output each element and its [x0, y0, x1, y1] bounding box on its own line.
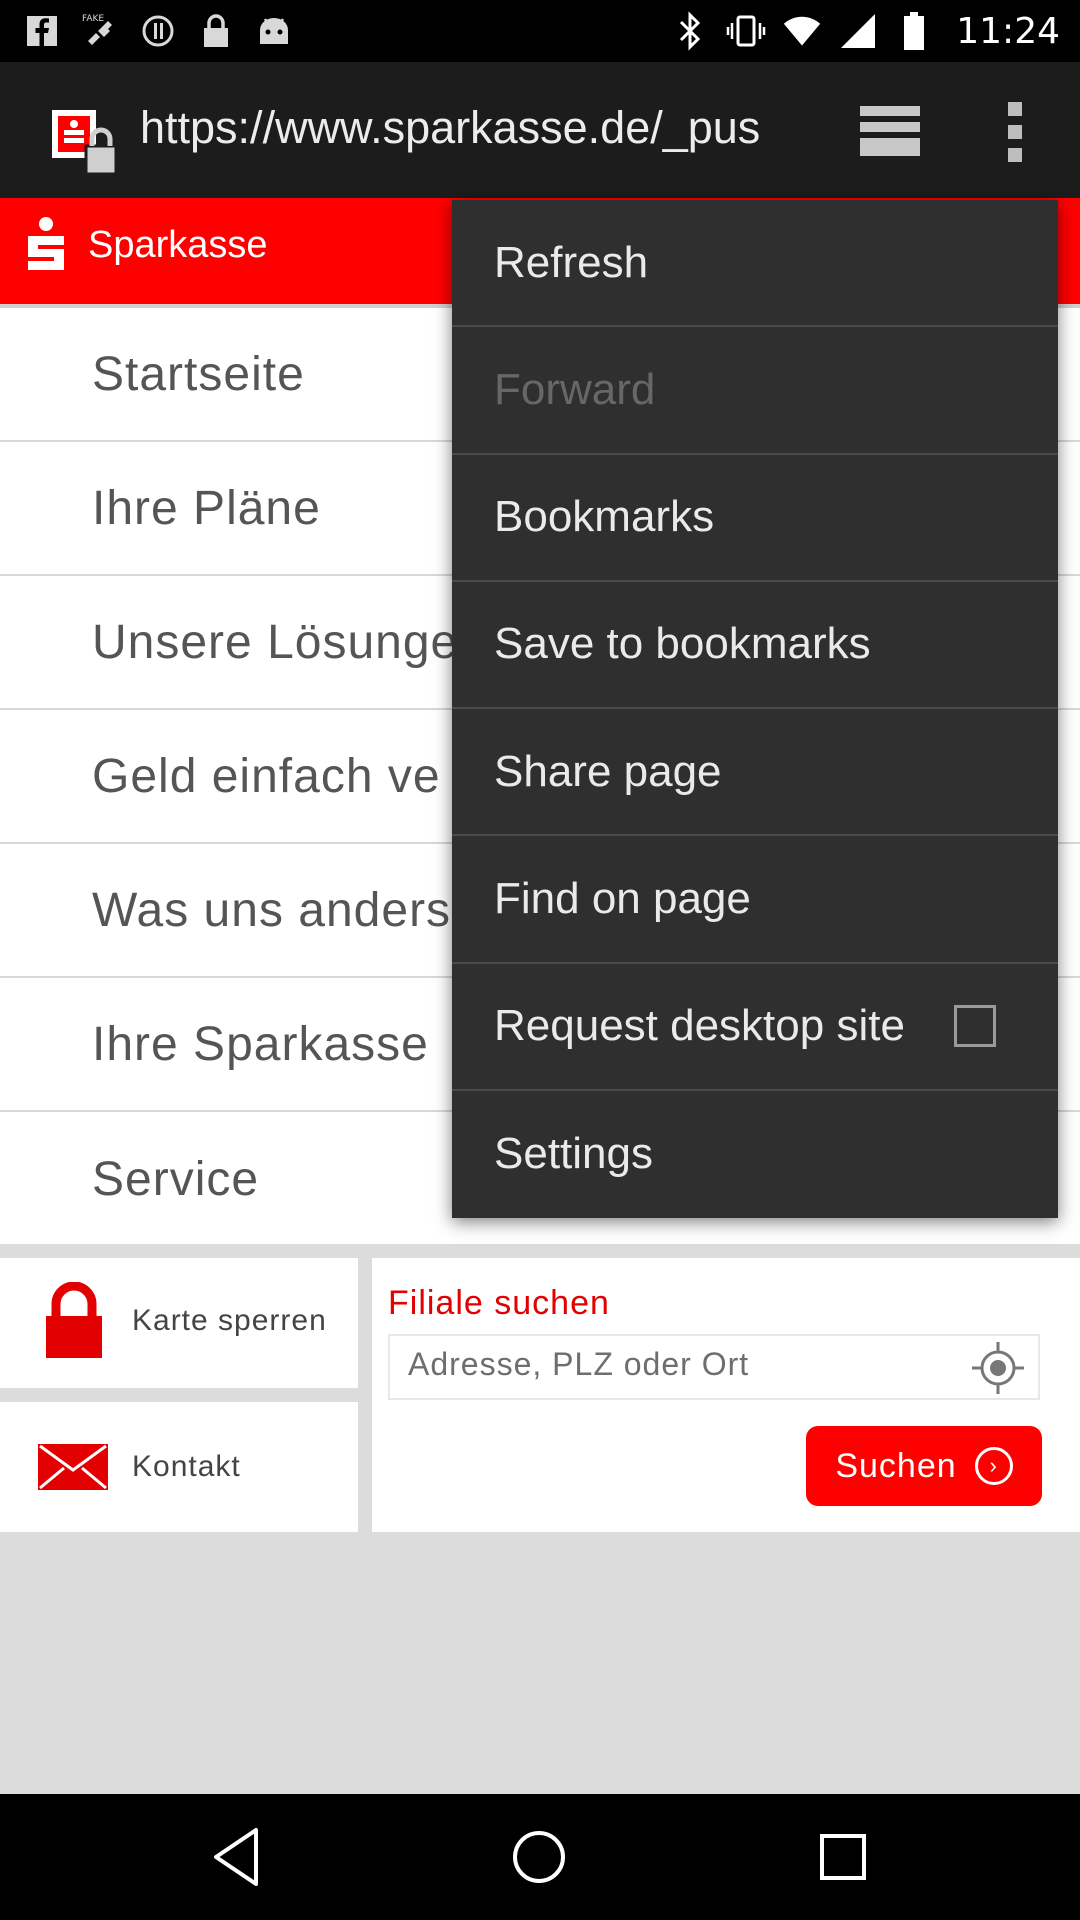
- menu-item-label: Share page: [494, 746, 722, 796]
- dot-icon: [1008, 148, 1022, 162]
- mail-icon: [38, 1444, 108, 1490]
- menu-item-label: Request desktop site: [494, 1001, 905, 1051]
- filiale-suchen-title: Filiale suchen: [388, 1284, 610, 1322]
- menu-item-label: Refresh: [494, 237, 649, 287]
- svg-text:FAKE: FAKE: [82, 14, 104, 24]
- menu-item-save-to-bookmarks[interactable]: Save to bookmarks: [452, 582, 1058, 709]
- tabs-button[interactable]: [858, 102, 924, 160]
- home-icon[interactable]: [506, 1824, 572, 1890]
- menu-item-label: Bookmarks: [494, 492, 715, 542]
- brand-name: Sparkasse: [88, 223, 268, 266]
- sparkasse-s-icon: [28, 217, 64, 270]
- menu-item-label: Forward: [494, 364, 656, 414]
- battery-icon: [894, 11, 934, 51]
- signal-icon: [838, 11, 878, 51]
- browser-toolbar: https://www.sparkasse.de/_pus: [0, 62, 1080, 198]
- sparkasse-logo[interactable]: Sparkasse: [24, 216, 268, 274]
- system-nav-bar: [0, 1794, 1080, 1920]
- section-divider: [0, 1244, 1080, 1258]
- kontakt-label: Kontakt: [132, 1450, 241, 1483]
- wifi-icon: [782, 11, 822, 51]
- suchen-button[interactable]: Suchen ›: [806, 1426, 1042, 1506]
- android-icon: [254, 11, 294, 51]
- padlock-icon: [46, 1282, 102, 1358]
- menu-item-bookmarks[interactable]: Bookmarks: [452, 455, 1058, 582]
- facebook-icon: [22, 11, 62, 51]
- back-icon[interactable]: [206, 1824, 272, 1890]
- overflow-menu-button[interactable]: [990, 102, 1040, 162]
- menu-item-settings[interactable]: Settings: [452, 1091, 1058, 1218]
- search-placeholder: Adresse, PLZ oder Ort: [408, 1346, 750, 1382]
- menu-item-label: Find on page: [494, 873, 751, 923]
- bluetooth-icon: [670, 11, 710, 51]
- dot-icon: [1008, 102, 1022, 116]
- url-bar[interactable]: https://www.sparkasse.de/_pus: [140, 102, 760, 154]
- suchen-label: Suchen: [835, 1446, 957, 1485]
- chevron-right-icon: ›: [974, 1447, 1013, 1485]
- sync-icon: [138, 11, 178, 51]
- menu-item-forward: Forward: [452, 327, 1058, 455]
- kontakt-tile[interactable]: Kontakt: [0, 1402, 358, 1532]
- menu-item-label: Settings: [494, 1129, 653, 1179]
- menu-item-share-page[interactable]: Share page: [452, 709, 1058, 837]
- menu-item-refresh[interactable]: Refresh: [452, 200, 1058, 328]
- locate-icon[interactable]: [970, 1340, 1026, 1396]
- menu-item-label: Save to bookmarks: [494, 619, 871, 669]
- tabs-icon: [860, 106, 920, 156]
- karte-sperren-label: Karte sperren: [132, 1304, 327, 1337]
- status-bar: FAKE 11:24: [0, 0, 1080, 62]
- overflow-menu: Refresh Forward Bookmarks Save to bookma…: [452, 200, 1058, 1218]
- menu-item-request-desktop-site[interactable]: Request desktop site: [452, 964, 1058, 1091]
- secure-site-icon[interactable]: [50, 108, 120, 178]
- menu-item-find-on-page[interactable]: Find on page: [452, 836, 1058, 964]
- fake-gps-icon: FAKE: [80, 11, 120, 51]
- branch-search-input[interactable]: Adresse, PLZ oder Ort: [388, 1334, 1040, 1400]
- dot-icon: [1008, 125, 1022, 139]
- clock: 11:24: [956, 10, 1060, 52]
- lock-icon: [196, 11, 236, 51]
- recents-icon[interactable]: [810, 1824, 876, 1890]
- karte-sperren-tile[interactable]: Karte sperren: [0, 1258, 358, 1388]
- vibrate-icon: [726, 11, 766, 51]
- desktop-site-checkbox[interactable]: [954, 1005, 996, 1048]
